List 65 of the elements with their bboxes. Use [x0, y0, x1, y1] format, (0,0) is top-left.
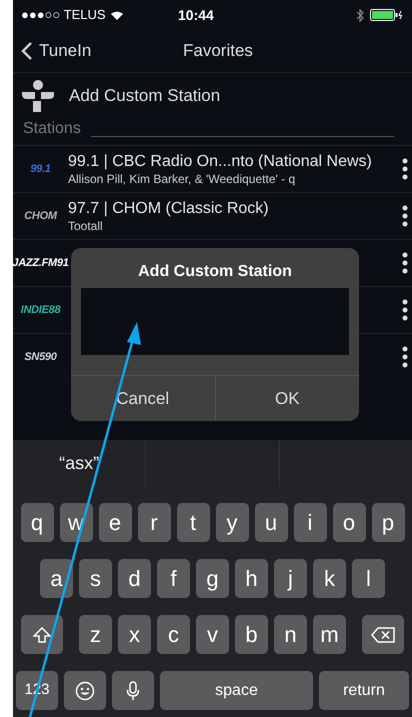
dialog-title: Add Custom Station	[137, 262, 293, 282]
keyboard-key[interactable]: g	[196, 559, 229, 598]
keyboard-key[interactable]: a	[40, 559, 73, 598]
carrier-text: ●●●○○ TELUS	[21, 6, 106, 24]
dialog-button[interactable]: OK	[214, 376, 359, 421]
more-options-icon[interactable]	[402, 205, 408, 227]
add-custom-station-link[interactable]: Add Custom Station	[69, 83, 220, 109]
chevron-left-icon	[21, 41, 33, 61]
keyboard-key[interactable]: z	[79, 615, 112, 654]
suggestion-item[interactable]: “asx”	[59, 450, 100, 477]
keyboard-key[interactable]: v	[196, 615, 229, 654]
keyboard-key[interactable]: p	[372, 503, 404, 542]
url-input-field[interactable]	[81, 288, 349, 355]
keyboard-key[interactable]: f	[157, 559, 190, 598]
station-title: 97.7 | CHOM (Classic Rock)	[68, 198, 270, 218]
delete-key[interactable]	[362, 615, 404, 654]
keyboard-key[interactable]: h	[235, 559, 268, 598]
keyboard-key[interactable]: t	[176, 503, 210, 542]
shift-arrow-icon	[33, 626, 51, 642]
more-options-icon[interactable]	[402, 299, 408, 321]
keyboard-key[interactable]: y	[216, 503, 248, 542]
microphone-icon	[126, 680, 140, 700]
keyboard-key[interactable]: l	[352, 559, 385, 598]
section-heading: Stations	[23, 119, 81, 139]
dictation-key[interactable]	[112, 671, 154, 710]
back-button[interactable]: TuneIn	[13, 38, 92, 64]
keyboard-key[interactable]: o	[332, 503, 366, 542]
keyboard-key[interactable]: b	[235, 615, 268, 654]
keyboard-key[interactable]: j	[274, 559, 307, 598]
station-subtitle: Tootall	[68, 218, 104, 234]
station-subtitle: Allison Pill, Kim Barker, & 'Weediquette' - q	[68, 172, 296, 186]
keyboard-key[interactable]: c	[157, 615, 190, 654]
keyboard-key[interactable]: n	[274, 615, 307, 654]
return-key[interactable]: return	[319, 671, 409, 710]
keyboard-key[interactable]: k	[313, 559, 346, 598]
wifi-icon	[110, 10, 124, 20]
station-logo: CHOM	[23, 208, 58, 224]
bluetooth-icon	[356, 8, 364, 22]
keyboard-key[interactable]: x	[118, 615, 151, 654]
keyboard-key[interactable]: d	[118, 559, 151, 598]
smiley-icon	[75, 680, 95, 700]
dialog-button[interactable]: Cancel	[71, 376, 214, 421]
keyboard-key[interactable]: u	[254, 503, 288, 542]
radio-tower-figure-icon	[21, 79, 55, 113]
battery-icon	[370, 9, 404, 21]
more-options-icon[interactable]	[402, 158, 408, 180]
keyboard-key[interactable]: q	[20, 503, 54, 542]
station-logo: SN590	[23, 350, 58, 365]
keyboard-key[interactable]: r	[138, 503, 170, 542]
station-title: 99.1 | CBC Radio On...nto (National News)	[68, 152, 373, 172]
station-logo: INDIE88	[20, 302, 62, 318]
more-options-icon[interactable]	[402, 252, 408, 274]
keyboard-key[interactable]: s	[79, 559, 112, 598]
shift-key[interactable]	[21, 615, 63, 654]
backspace-icon	[371, 626, 395, 642]
keyboard-key[interactable]: e	[98, 503, 132, 542]
station-logo: JAZZ.FM91	[13, 256, 70, 271]
keyboard-key[interactable]: m	[313, 615, 346, 654]
emoji-key[interactable]	[64, 671, 106, 710]
keyboard-key[interactable]: i	[294, 503, 326, 542]
station-logo: 99.1	[29, 162, 52, 177]
clock-text: 10:44	[178, 6, 214, 24]
more-options-icon[interactable]	[402, 346, 408, 368]
nav-title: Favorites	[183, 40, 253, 62]
space-key[interactable]: space	[160, 671, 313, 710]
